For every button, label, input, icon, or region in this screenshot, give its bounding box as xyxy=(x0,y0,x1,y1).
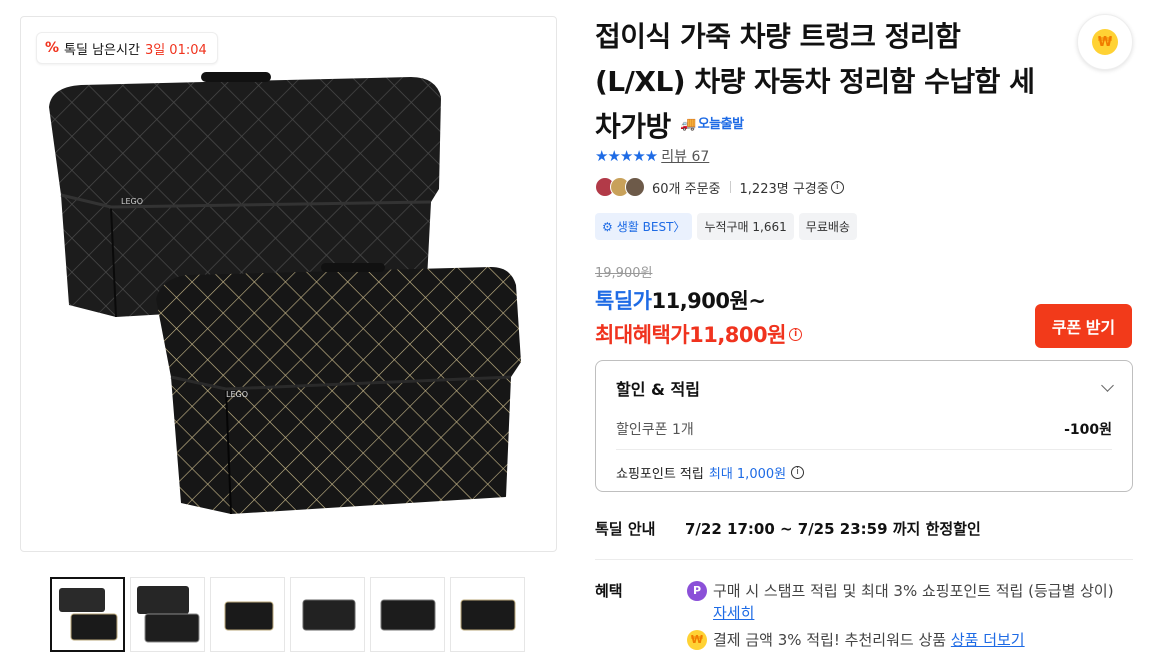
benefit-label: 혜택 xyxy=(595,582,623,600)
thumbnail-strip xyxy=(50,577,525,652)
review-label: 리뷰 xyxy=(661,149,688,165)
tag-cumulative-purchases: 누적구매 1,661 xyxy=(697,213,794,240)
benefit-text: 결제 금액 3% 적립! 추천리워드 상품 xyxy=(713,631,947,649)
coin-icon: ₩ xyxy=(1092,29,1118,55)
coupon-label: 할인쿠폰 1개 xyxy=(616,422,694,438)
tag-label: 생활 BEST〉 xyxy=(616,220,686,234)
svg-text:LEGO: LEGO xyxy=(121,197,143,206)
product-title: 접이식 가죽 차량 트렁크 정리함 (L/XL) 차량 자동차 정리함 수납함 … xyxy=(595,14,1035,151)
deal-notice-period: 7/22 17:00 ~ 7/25 23:59 까지 한정할인 xyxy=(685,520,981,538)
benefit-text: 구매 시 스탬프 적립 및 최대 3% 쇼핑포인트 적립 (등급별 상이) xyxy=(713,582,1114,600)
more-products-link[interactable]: 상품 더보기 xyxy=(951,631,1025,649)
benefit-item: ₩ 결제 금액 3% 적립! 추천리워드 상품 상품 더보기 xyxy=(687,629,1127,651)
percent-icon: % xyxy=(45,40,60,56)
coin-icon: ₩ xyxy=(687,630,707,650)
point-icon: P xyxy=(687,581,707,601)
divider xyxy=(616,449,1112,450)
today-shipping-badge: 🚚 오늘출발 xyxy=(680,102,744,147)
deal-price: 톡딜가11,900원~ xyxy=(595,285,766,315)
coupon-row: 할인쿠폰 1개 -100원 xyxy=(616,415,1112,443)
thumbnail-3[interactable] xyxy=(210,577,285,652)
info-icon[interactable]: i xyxy=(830,180,844,194)
tag-life-best[interactable]: ⚙ 생활 BEST〉 xyxy=(595,213,693,240)
buyers-row: 60개 주문중 1,223명 구경중 i xyxy=(595,177,844,197)
deal-price-label: 톡딜가 xyxy=(595,289,652,313)
deal-timer-time: 3일 01:04 xyxy=(144,42,207,58)
truck-icon: 🚚 xyxy=(680,116,696,132)
details-link[interactable]: 자세히 xyxy=(713,604,754,622)
divider xyxy=(595,559,1133,560)
deal-price-value: 11,900원~ xyxy=(651,289,766,313)
discount-panel-title: 할인 & 적립 xyxy=(616,380,700,399)
gear-icon: ⚙ xyxy=(602,219,613,234)
product-main-image[interactable]: LEGO LEGO xyxy=(20,16,557,552)
max-benefit-price: 최대혜택가 11,800원 i xyxy=(595,319,802,349)
benefit-item: P 구매 시 스탬프 적립 및 최대 3% 쇼핑포인트 적립 (등급별 상이) … xyxy=(687,580,1127,624)
trunk-organizer-photo: LEGO LEGO xyxy=(49,72,521,515)
chevron-down-icon xyxy=(1101,379,1114,392)
today-shipping-label: 오늘출발 xyxy=(697,116,744,132)
points-label: 쇼핑포인트 적립 xyxy=(616,466,704,482)
get-coupon-button[interactable]: 쿠폰 받기 xyxy=(1035,304,1132,348)
review-link[interactable]: 리뷰 67 xyxy=(661,146,709,166)
discount-panel: 할인 & 적립 할인쿠폰 1개 -100원 쇼핑포인트 적립 최대 1,000원… xyxy=(595,360,1133,492)
points-row: 쇼핑포인트 적립 최대 1,000원 i xyxy=(616,456,1112,488)
thumbnail-4[interactable] xyxy=(290,577,365,652)
review-count: 67 xyxy=(691,149,710,165)
thumbnail-2[interactable] xyxy=(130,577,205,652)
deal-notice: 톡딜 안내 7/22 17:00 ~ 7/25 23:59 까지 한정할인 xyxy=(595,518,981,539)
ordering-count: 60개 주문중 xyxy=(652,181,721,197)
info-icon[interactable]: i xyxy=(788,327,802,341)
max-price-label: 최대혜택가 xyxy=(595,323,690,347)
rating-row: ★★★★★ 리뷰 67 xyxy=(595,146,709,166)
discount-panel-header[interactable]: 할인 & 적립 xyxy=(616,361,1114,415)
product-title-text: 접이식 가죽 차량 트렁크 정리함 (L/XL) 차량 자동차 정리함 수납함 … xyxy=(595,20,1035,143)
thumbnail-1[interactable] xyxy=(50,577,125,652)
deal-notice-label: 톡딜 안내 xyxy=(595,520,656,538)
deal-timer-badge: % 톡딜 남은시간 3일 01:04 xyxy=(36,32,218,64)
thumbnail-6[interactable] xyxy=(450,577,525,652)
points-value: 최대 1,000원 xyxy=(708,466,787,482)
tag-free-shipping: 무료배송 xyxy=(798,213,857,240)
tag-list: ⚙ 생활 BEST〉 누적구매 1,661 무료배송 xyxy=(595,213,857,240)
divider xyxy=(729,181,731,193)
coupon-amount: -100원 xyxy=(1064,422,1112,438)
browsing-count: 1,223명 구경중 xyxy=(739,181,829,197)
star-rating-icon: ★★★★★ xyxy=(595,147,658,165)
avatar xyxy=(625,177,645,197)
original-price: 19,900원 xyxy=(595,266,653,281)
deal-timer-label: 톡딜 남은시간 xyxy=(64,42,140,58)
svg-text:LEGO: LEGO xyxy=(226,390,248,399)
thumbnail-5[interactable] xyxy=(370,577,445,652)
reward-floating-button[interactable]: ₩ xyxy=(1077,14,1133,70)
info-icon[interactable]: i xyxy=(791,465,805,479)
buyer-avatars xyxy=(595,177,645,197)
max-price-value: 11,800원 xyxy=(689,323,786,347)
